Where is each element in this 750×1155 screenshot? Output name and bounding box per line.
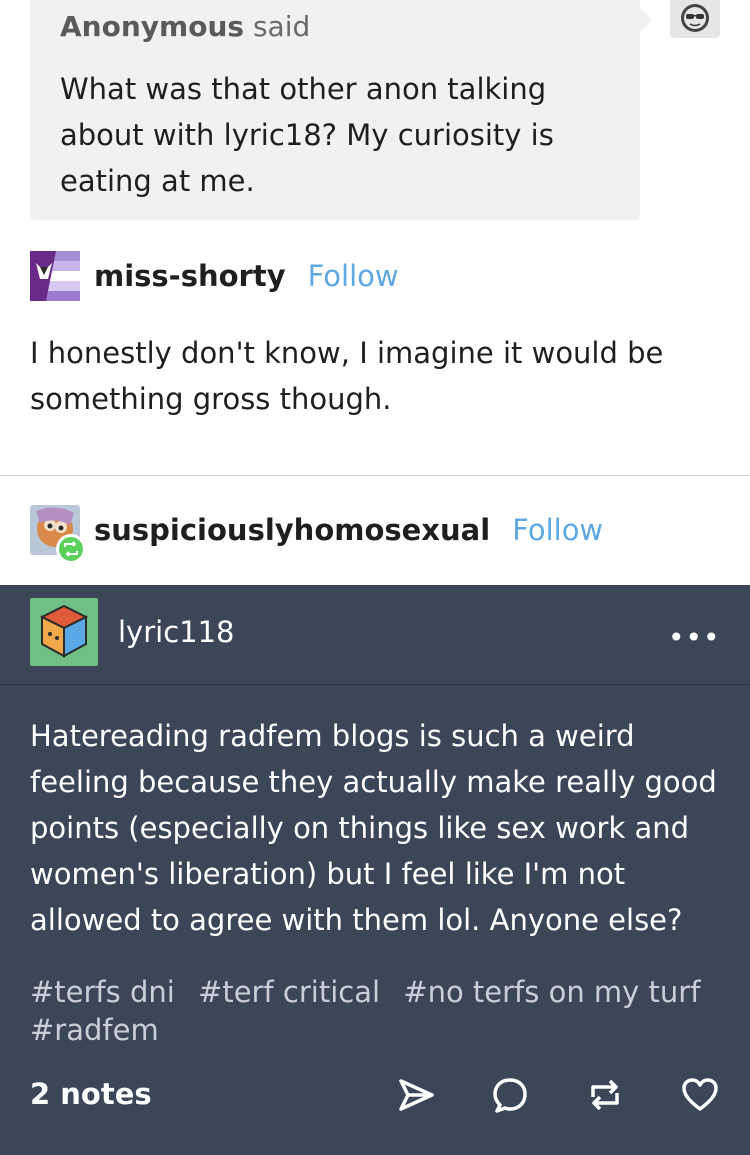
reply-username[interactable]: miss-shorty [94,259,286,293]
heart-icon[interactable] [680,1075,720,1119]
reply-header: miss-shorty Follow [30,251,399,301]
follow-button-miss-shorty[interactable]: Follow [308,259,399,293]
comment-icon[interactable] [490,1075,530,1119]
post-tags: #terfs dni #terf critical #no terfs on m… [30,973,720,1049]
ask-said-label: said [252,10,311,43]
anonymous-sunglasses-icon [681,4,709,32]
tag[interactable]: #terf critical [198,975,380,1009]
reblogger-avatar-icon [30,505,86,564]
tag[interactable]: #no terfs on my turf [403,975,700,1009]
asker-name: Anonymous [60,10,245,43]
post-author[interactable]: lyric118 [118,615,235,649]
reblogger-username[interactable]: suspiciouslyhomosexual [94,513,490,547]
send-icon[interactable] [396,1075,436,1119]
ask-question: What was that other anon talking about w… [60,72,554,198]
follow-button-suspiciouslyhomosexual[interactable]: Follow [512,513,603,547]
more-options-button[interactable]: ••• [668,621,721,654]
divider [0,475,750,476]
tag[interactable]: #terfs dni [30,975,175,1009]
reply-text: I honestly don't know, I imagine it woul… [30,336,664,416]
cube-icon [39,604,89,658]
lyric118-avatar[interactable] [30,598,98,666]
miss-shorty-avatar[interactable] [30,251,80,301]
reblog-icon[interactable] [585,1075,625,1119]
original-post: lyric118 ••• Hatereading radfem blogs is… [0,585,750,1155]
miss-shorty-avatar-icon [30,251,80,301]
ask-header: Anonymous said [60,10,310,43]
tag[interactable]: #radfem [30,1013,159,1047]
notes-count[interactable]: 2 notes [30,1077,152,1111]
ask-bubble: Anonymous said What was that other anon … [30,0,652,220]
suspiciouslyhomosexual-avatar[interactable] [30,505,86,564]
reblog-thread: Anonymous said What was that other anon … [0,0,750,585]
reblogger-header: suspiciouslyhomosexual Follow [30,505,603,564]
post-body: Hatereading radfem blogs is such a weird… [30,719,717,937]
anonymous-avatar[interactable] [670,0,720,38]
post-header: lyric118 ••• [0,585,750,685]
